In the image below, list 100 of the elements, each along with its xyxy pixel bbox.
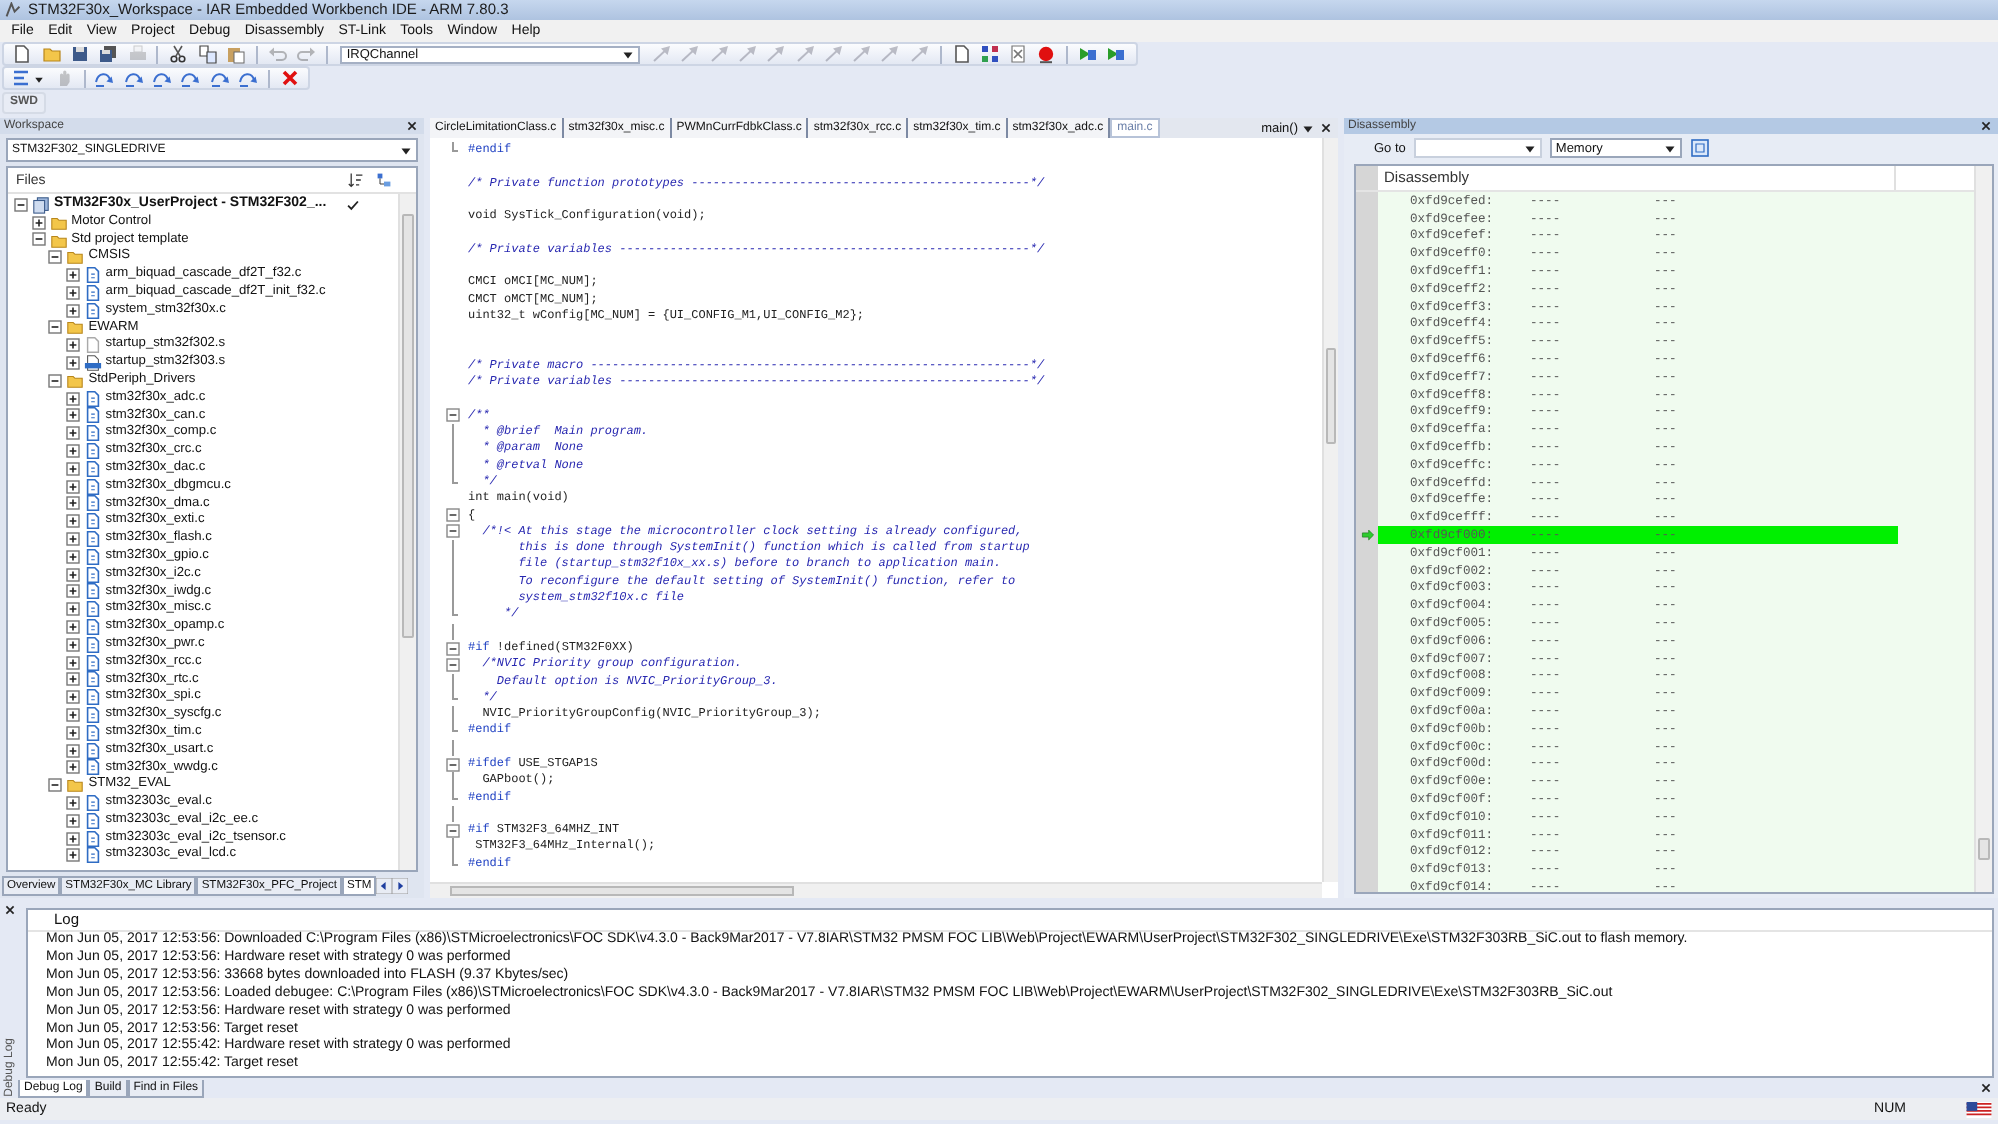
vertical-scrollbar[interactable] <box>1974 166 1992 892</box>
list-icon[interactable] <box>12 68 33 88</box>
expand-icon[interactable] <box>65 549 80 564</box>
goto-field[interactable] <box>1413 138 1542 158</box>
dropdown-caret-icon[interactable] <box>34 73 45 83</box>
c-file-icon <box>83 494 102 513</box>
debug-icon[interactable] <box>1106 44 1127 64</box>
collapse-icon[interactable] <box>48 778 63 793</box>
scrollbar-thumb[interactable] <box>402 214 414 638</box>
step-icon[interactable] <box>209 68 230 88</box>
copy-icon[interactable] <box>197 44 218 64</box>
tree-view-icon[interactable] <box>376 172 392 188</box>
paste-icon[interactable] <box>225 44 246 64</box>
collapse-icon[interactable] <box>48 250 63 265</box>
expand-icon[interactable] <box>65 620 80 635</box>
collapse-icon[interactable] <box>445 757 459 772</box>
save-all-icon[interactable] <box>98 44 119 64</box>
expand-icon[interactable] <box>65 760 80 775</box>
collapse-icon[interactable] <box>48 320 63 335</box>
download-debug-icon[interactable] <box>1078 44 1099 64</box>
crossed-document-icon[interactable] <box>1008 44 1029 64</box>
step-icon[interactable] <box>123 68 144 88</box>
collapse-icon[interactable] <box>445 508 459 523</box>
expand-icon[interactable] <box>65 584 80 599</box>
save-icon[interactable] <box>69 44 90 64</box>
collapse-icon[interactable] <box>445 641 459 656</box>
step-icon[interactable] <box>180 68 201 88</box>
assembly-file-icon <box>83 354 102 373</box>
collapse-icon[interactable] <box>31 232 46 247</box>
scrollbar-thumb[interactable] <box>450 886 794 896</box>
step-icon[interactable] <box>94 68 115 88</box>
dropdown-caret-icon <box>1663 142 1676 154</box>
memory-icon[interactable] <box>1689 138 1710 158</box>
collapse-icon[interactable] <box>14 197 28 212</box>
expand-icon[interactable] <box>65 479 80 494</box>
c-file-icon <box>83 459 102 478</box>
expand-icon[interactable] <box>65 408 80 423</box>
expand-icon[interactable] <box>65 426 80 441</box>
expand-icon[interactable] <box>65 795 80 810</box>
collapse-icon[interactable] <box>445 408 459 423</box>
breakpoint-icon[interactable] <box>1036 44 1057 64</box>
close-icon[interactable] <box>406 120 418 132</box>
expand-icon[interactable] <box>65 637 80 652</box>
collapse-icon[interactable] <box>48 373 63 388</box>
expand-icon[interactable] <box>31 215 46 230</box>
expand-icon[interactable] <box>65 338 80 353</box>
step-icon[interactable] <box>237 68 258 88</box>
step-icon[interactable] <box>152 68 173 88</box>
expand-icon[interactable] <box>65 303 80 318</box>
scrollbar-thumb[interactable] <box>1326 348 1336 444</box>
expand-icon[interactable] <box>65 444 80 459</box>
c-file-icon <box>83 688 102 707</box>
close-icon[interactable] <box>1320 122 1332 134</box>
collapse-icon[interactable] <box>445 823 459 838</box>
expand-icon[interactable] <box>65 514 80 529</box>
expand-icon[interactable] <box>65 461 80 476</box>
c-file-icon <box>83 442 102 461</box>
expand-icon[interactable] <box>65 655 80 670</box>
stop-debug-icon[interactable] <box>279 68 300 88</box>
expand-icon[interactable] <box>65 831 80 846</box>
expand-icon[interactable] <box>65 567 80 582</box>
expand-icon[interactable] <box>65 672 80 687</box>
expand-icon[interactable] <box>65 708 80 722</box>
expand-icon[interactable] <box>65 268 80 283</box>
scroll-right-icon[interactable] <box>392 877 409 893</box>
collapse-icon[interactable] <box>445 524 459 539</box>
dropdown-caret-icon <box>1523 142 1536 154</box>
close-icon[interactable] <box>3 904 15 916</box>
expand-icon[interactable] <box>65 391 80 406</box>
expand-icon[interactable] <box>65 690 80 705</box>
cut-icon[interactable] <box>168 44 189 64</box>
scrollbar-thumb[interactable] <box>1978 838 1990 860</box>
expand-icon[interactable] <box>65 725 80 740</box>
scroll-left-icon[interactable] <box>376 877 393 893</box>
c-file-icon <box>83 582 102 601</box>
expand-icon[interactable] <box>65 356 80 371</box>
close-icon[interactable] <box>1980 120 1992 132</box>
c-file-icon <box>83 266 102 285</box>
greyed-file-icon <box>83 336 102 355</box>
c-file-icon <box>83 741 102 760</box>
vertical-scrollbar[interactable] <box>1322 138 1338 882</box>
expand-icon[interactable] <box>65 848 80 863</box>
c-file-icon <box>83 653 102 672</box>
expand-icon[interactable] <box>65 602 80 617</box>
horizontal-scrollbar[interactable] <box>430 882 1322 898</box>
expand-icon[interactable] <box>65 813 80 828</box>
c-file-icon <box>83 547 102 566</box>
expand-icon[interactable] <box>65 496 80 511</box>
c-file-icon <box>83 530 102 549</box>
c-file-icon <box>83 424 102 443</box>
collapse-icon[interactable] <box>445 657 459 672</box>
grid-icon[interactable] <box>979 44 1000 64</box>
c-file-icon <box>83 794 102 812</box>
expand-icon[interactable] <box>65 532 80 547</box>
sort-icon[interactable] <box>348 172 364 188</box>
close-icon[interactable] <box>1980 1082 1992 1094</box>
c-file-icon <box>83 618 102 637</box>
vertical-scrollbar[interactable] <box>398 194 416 870</box>
expand-icon[interactable] <box>65 285 80 300</box>
expand-icon[interactable] <box>65 743 80 758</box>
